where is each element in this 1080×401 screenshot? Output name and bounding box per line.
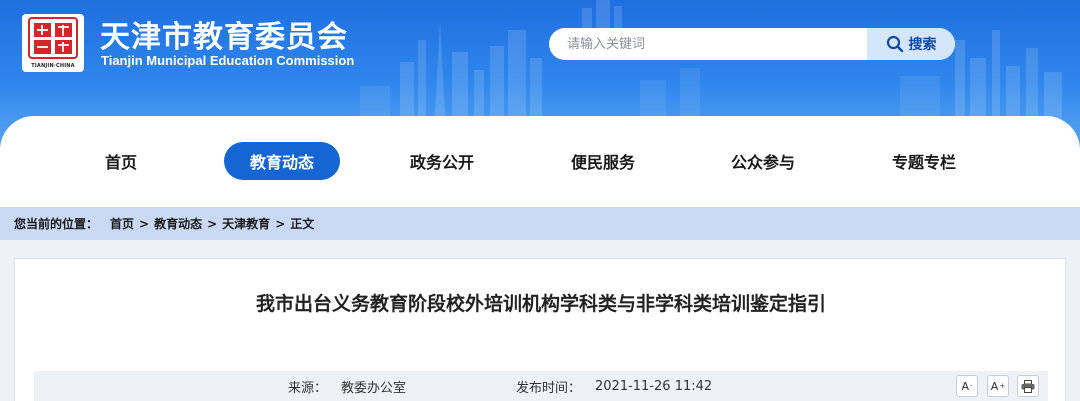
nav-item-special-topics[interactable]: 专题专栏 [866, 142, 982, 180]
article-date: 发布时间： 2021-11-26 11:42 [516, 371, 712, 401]
nav-item-home[interactable]: 首页 [63, 142, 179, 180]
source-value: 教委办公室 [341, 380, 407, 396]
source-label: 来源： [288, 380, 328, 396]
breadcrumb: 您当前的位置： 首页 > 教育动态 > 天津教育 > 正文 [0, 207, 1080, 240]
breadcrumb-separator: > [139, 216, 150, 231]
article-container: 我市出台义务教育阶段校外培训机构学科类与非学科类培训鉴定指引 来源： 教委办公室… [14, 258, 1066, 401]
nav-item-government-affairs[interactable]: 政务公开 [384, 142, 500, 180]
breadcrumb-item-home[interactable]: 首页 [110, 215, 134, 232]
font-decrease-button[interactable]: A- [956, 375, 978, 397]
breadcrumb-item-tianjin-education[interactable]: 天津教育 [222, 215, 270, 232]
logo-caption: TIANJIN·CHINA [31, 63, 75, 69]
nav-panel: 首页 教育动态 政务公开 便民服务 公众参与 专题专栏 [0, 116, 1080, 208]
print-button[interactable] [1017, 375, 1039, 397]
article-source: 来源： 教委办公室 [288, 371, 406, 401]
font-increase-button[interactable]: A + [987, 375, 1009, 397]
nav-item-education-news[interactable]: 教育动态 [224, 142, 340, 180]
tianjin-seal-icon [28, 17, 78, 59]
breadcrumb-item-current: 正文 [290, 217, 315, 231]
breadcrumb-item-education-news[interactable]: 教育动态 [154, 215, 202, 232]
font-decrease-mark: - [970, 382, 973, 390]
breadcrumb-prefix: 您当前的位置： [14, 217, 99, 231]
search-input[interactable] [549, 28, 867, 60]
search-icon [886, 35, 903, 53]
print-icon [1021, 379, 1035, 393]
search-button[interactable]: 搜索 [867, 28, 955, 60]
article-meta-bar: 来源： 教委办公室 发布时间： 2021-11-26 11:42 A- A + [34, 371, 1048, 401]
date-value: 2021-11-26 11:42 [595, 378, 713, 394]
font-increase-icon: A [990, 379, 999, 393]
nav-item-public-participation[interactable]: 公众参与 [705, 142, 821, 180]
font-decrease-icon: A [961, 379, 969, 393]
site-logo[interactable]: TIANJIN·CHINA [22, 14, 84, 72]
font-increase-mark: + [999, 382, 1006, 390]
article-title: 我市出台义务教育阶段校外培训机构学科类与非学科类培训鉴定指引 [255, 293, 826, 315]
date-label: 发布时间： [516, 380, 582, 396]
site-title[interactable]: 天津市教育委员会 [100, 12, 348, 56]
breadcrumb-separator: > [207, 216, 218, 231]
main-nav: 首页 教育动态 政务公开 便民服务 公众参与 专题专栏 [0, 142, 1080, 180]
breadcrumb-separator: > [275, 216, 286, 231]
search-box: 搜索 [549, 28, 955, 60]
site-subtitle: Tianjin Municipal Education Commission [101, 53, 355, 68]
search-button-label: 搜索 [908, 37, 937, 53]
nav-item-public-services[interactable]: 便民服务 [545, 142, 661, 180]
